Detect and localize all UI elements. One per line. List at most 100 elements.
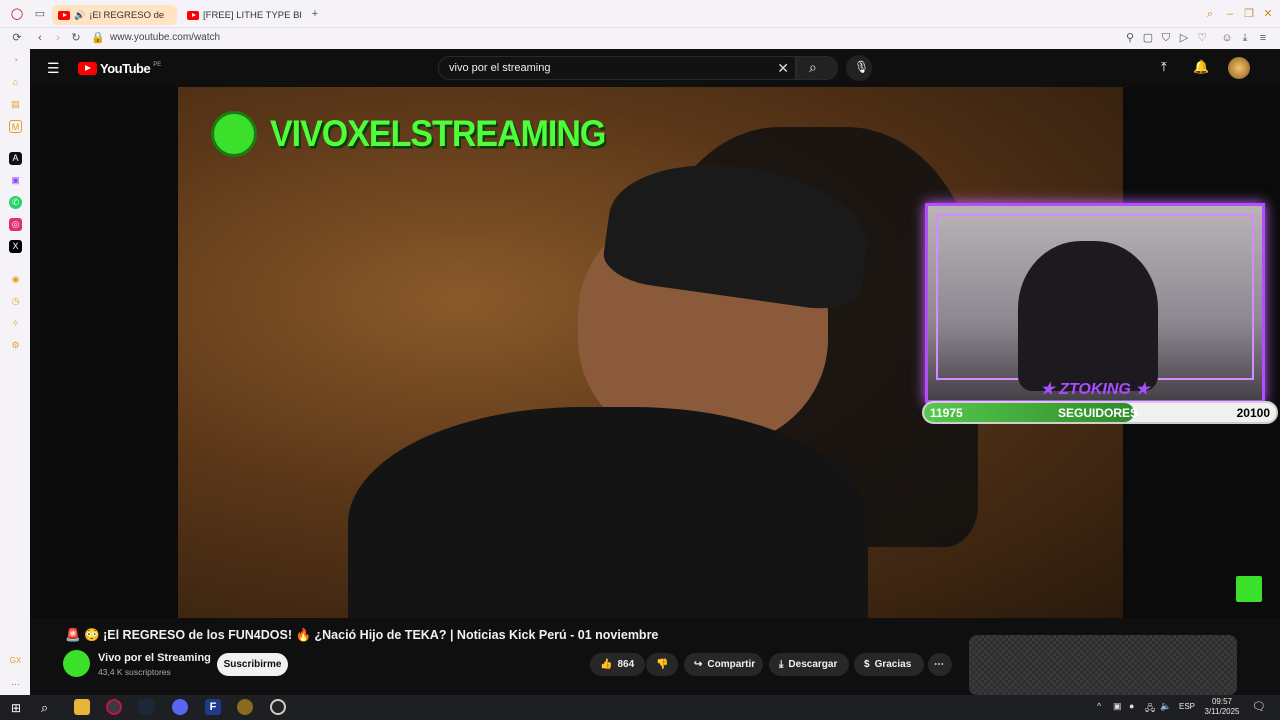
sync-icon[interactable]: ⟳ xyxy=(10,31,24,45)
settings-icon[interactable]: ⚙ xyxy=(9,339,22,352)
menu-icon[interactable]: ≡ xyxy=(1256,31,1270,45)
more-actions-button[interactable]: ⋯ xyxy=(928,653,952,676)
instagram-icon[interactable]: ◎ xyxy=(9,218,22,231)
followers-goal-bar: 11975 SEGUIDORES 20100 xyxy=(922,401,1278,424)
heart-icon[interactable]: ♡ xyxy=(1195,31,1209,45)
tray-app-icon[interactable]: ▣ xyxy=(1113,701,1122,712)
notifications-icon[interactable]: 🗨 xyxy=(1252,700,1266,713)
audio-icon[interactable]: 🔊 xyxy=(74,10,85,21)
extensions-icon[interactable]: ✧ xyxy=(9,317,22,330)
channel-watermark-icon[interactable] xyxy=(1236,576,1262,602)
file-explorer-icon[interactable] xyxy=(74,699,90,715)
search-input[interactable]: vivo por el streaming ✕ xyxy=(438,56,796,80)
like-button[interactable]: 👍 864 xyxy=(590,653,645,676)
channel-avatar[interactable] xyxy=(63,650,90,677)
minimize-icon[interactable]: – xyxy=(1223,7,1237,21)
address-bar: ⟳ ‹ › ↻ 🔒 www.youtube.com/watch ⚲ ▢ ⛉ ▷ … xyxy=(0,28,1280,49)
player-icon[interactable]: ◉ xyxy=(9,273,22,286)
youtube-favicon-icon xyxy=(187,10,199,20)
search-button[interactable]: ⌕ xyxy=(796,56,838,80)
profile-icon[interactable]: ☺ xyxy=(1220,31,1234,45)
pin-icon[interactable]: ⚲ xyxy=(1123,31,1137,45)
tab-beat[interactable]: [FREE] LITHE TYPE BEAT xyxy=(181,5,301,25)
share-button[interactable]: ↪ Compartir xyxy=(684,653,763,676)
gx-icon[interactable]: GX xyxy=(9,654,22,667)
shield-icon[interactable]: ⛉ xyxy=(1159,31,1173,45)
more-icon[interactable]: … xyxy=(9,676,22,689)
upload-icon[interactable]: ⤒ xyxy=(1161,59,1167,75)
facecam-name-text: ZTOKING xyxy=(1059,381,1131,398)
opera-gx-icon[interactable] xyxy=(106,699,122,715)
forward-icon[interactable]: › xyxy=(51,31,65,45)
like-count: 864 xyxy=(617,659,635,670)
search-icon: ⌕ xyxy=(809,59,817,75)
language-indicator[interactable]: ESP xyxy=(1179,702,1195,711)
close-icon[interactable]: ✕ xyxy=(1261,7,1275,21)
shirt-shape xyxy=(348,407,868,618)
search-icon[interactable]: ⌕ xyxy=(41,700,48,716)
video-player[interactable]: VIVOXELSTREAMING ★ ZTOKING ★ 11975 SEGUI… xyxy=(30,87,1280,618)
opera-logo-icon[interactable]: ◯ xyxy=(10,7,24,21)
subscribe-button[interactable]: Suscribirme xyxy=(217,653,288,676)
hamburger-menu-icon[interactable]: ☰ xyxy=(47,60,60,77)
title-emoji: 🚨 😳 xyxy=(65,628,100,642)
microphone-icon: 🎙 xyxy=(854,60,870,74)
play-icon[interactable]: ▷ xyxy=(1177,31,1191,45)
steam-icon[interactable] xyxy=(138,699,154,715)
channel-name[interactable]: Vivo por el Streaming xyxy=(98,652,211,664)
youtube-logo[interactable]: YouTube PE xyxy=(78,61,161,76)
clock[interactable]: 09:57 3/11/2025 xyxy=(1202,697,1242,717)
voice-search-button[interactable]: 🎙 xyxy=(846,55,872,81)
title-text: ¡El REGRESO de los FUN4DOS! 🔥 ¿Nació Hij… xyxy=(103,628,659,642)
whatsapp-icon[interactable]: ✆ xyxy=(9,196,22,209)
twitch-icon[interactable]: ▣ xyxy=(9,174,22,187)
dislike-button[interactable]: 👎 xyxy=(646,653,678,676)
maximize-icon[interactable]: ❐ xyxy=(1242,7,1256,21)
download-label: Descargar xyxy=(788,659,838,670)
lock-icon: 🔒 xyxy=(91,32,105,44)
share-icon: ↪ xyxy=(694,659,703,670)
download-button[interactable]: ⤓ Descargar xyxy=(769,653,849,676)
snapshot-icon[interactable]: ▢ xyxy=(1141,31,1155,45)
f-app-icon[interactable]: F xyxy=(205,699,221,715)
clear-search-icon[interactable]: ✕ xyxy=(777,60,789,77)
network-icon[interactable]: 🖧 xyxy=(1145,701,1155,717)
thumbs-down-icon: 👎 xyxy=(656,659,669,670)
download-icon[interactable]: ⤓ xyxy=(1238,31,1252,45)
facecam-name: ★ ZTOKING ★ xyxy=(1040,381,1150,398)
tray-mic-icon[interactable]: ● xyxy=(1129,701,1134,711)
new-tab-icon[interactable]: + xyxy=(308,7,322,21)
aria-icon[interactable]: ◔ xyxy=(9,54,22,67)
opera-sidebar: ◔ ⌂ ▤ M A ▣ ✆ ◎ X ◉ ◷ ✧ ⚙ GX … xyxy=(0,49,30,695)
tray-chevron-icon[interactable]: ^ xyxy=(1097,701,1101,711)
tab-islands-icon[interactable]: ▭ xyxy=(33,7,47,21)
crypto-wallet-icon[interactable]: ⌂ xyxy=(9,76,22,89)
facecam-inner xyxy=(936,214,1254,391)
discord-icon[interactable] xyxy=(172,699,188,715)
news-icon[interactable]: M xyxy=(9,120,22,133)
notifications-bell-icon[interactable]: 🔔 xyxy=(1193,59,1209,75)
side-recommendation-thumbnail[interactable] xyxy=(969,635,1237,695)
tab-youtube-active[interactable]: 🔊 ¡El REGRESO de xyxy=(52,5,177,25)
windows-start-icon[interactable]: ⊞ xyxy=(11,701,21,715)
url-field[interactable]: www.youtube.com/watch xyxy=(110,32,220,43)
history-icon[interactable]: ◷ xyxy=(9,295,22,308)
thanks-icon: $ xyxy=(864,659,870,670)
wow-icon[interactable] xyxy=(237,699,253,715)
account-avatar[interactable] xyxy=(1228,57,1250,79)
thanks-button[interactable]: $ Gracias xyxy=(854,653,924,676)
x-icon[interactable]: X xyxy=(9,240,22,253)
search-icon[interactable]: ⌕ xyxy=(1203,7,1217,21)
browser-tab-bar: ◯ ▭ 🔊 ¡El REGRESO de [FREE] LITHE TYPE B… xyxy=(0,0,1280,28)
reload-icon[interactable]: ↻ xyxy=(69,31,83,45)
obs-icon[interactable] xyxy=(270,699,286,715)
chat-icon[interactable]: ▤ xyxy=(9,98,22,111)
channel-subscribers: 43,4 K suscriptores xyxy=(98,667,171,677)
video-title: 🚨 😳 ¡El REGRESO de los FUN4DOS! 🔥 ¿Nació… xyxy=(65,628,658,643)
app-store-icon[interactable]: A xyxy=(9,152,22,165)
search-value: vivo por el streaming xyxy=(449,62,551,74)
volume-icon[interactable]: 🔈 xyxy=(1160,701,1171,712)
share-label: Compartir xyxy=(707,659,756,670)
back-icon[interactable]: ‹ xyxy=(33,31,47,45)
followers-goal: 20100 xyxy=(1236,406,1270,420)
